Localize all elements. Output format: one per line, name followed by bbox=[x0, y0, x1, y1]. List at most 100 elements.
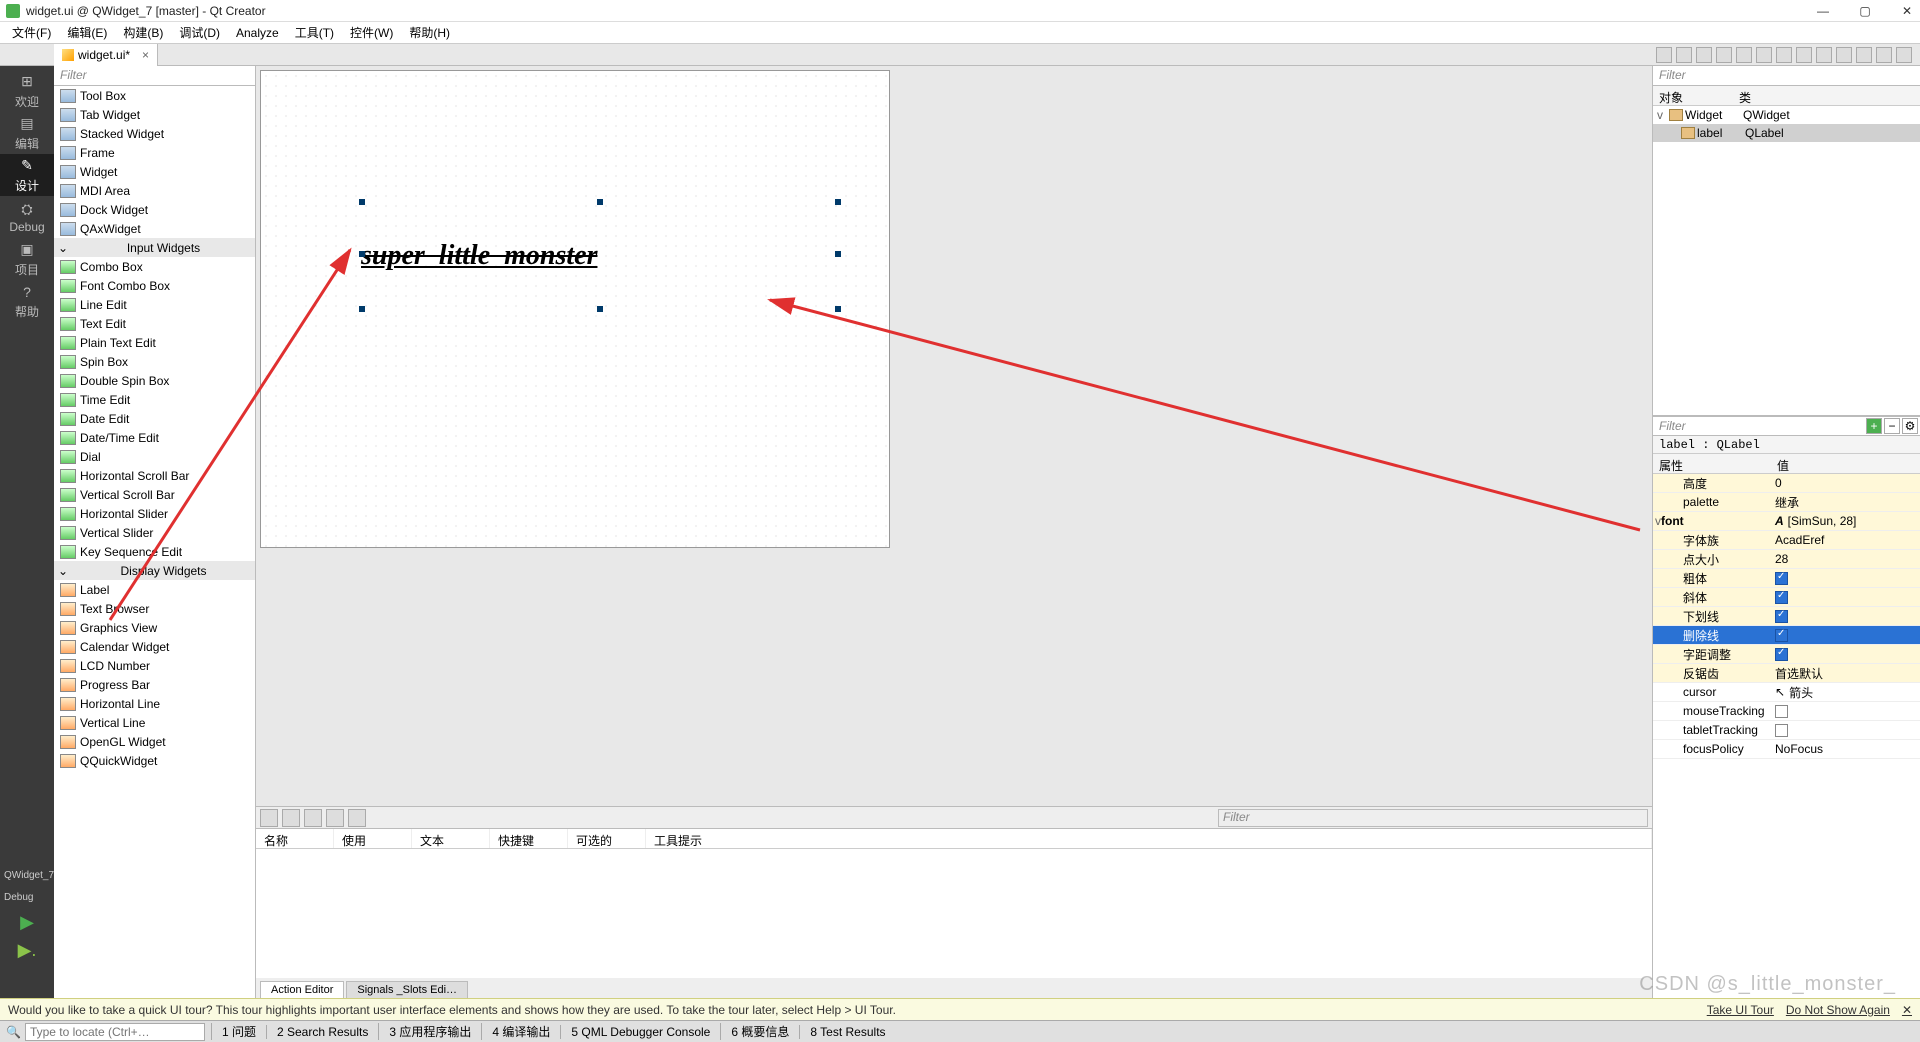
toolbar-btn[interactable] bbox=[1756, 47, 1772, 63]
output-issues[interactable]: 1 问题 bbox=[211, 1023, 266, 1040]
run-debug-button[interactable]: ▶. bbox=[0, 936, 54, 964]
toolbar-btn[interactable] bbox=[1836, 47, 1852, 63]
checkbox[interactable] bbox=[1775, 629, 1788, 642]
selection-handle[interactable] bbox=[597, 306, 603, 312]
widget-item[interactable]: OpenGL Widget bbox=[54, 732, 255, 751]
property-value[interactable]: 继承 bbox=[1771, 494, 1920, 511]
mode-welcome[interactable]: ⊞欢迎 bbox=[0, 70, 54, 112]
toolbar-btn[interactable] bbox=[1736, 47, 1752, 63]
widget-filter-input[interactable]: Filter bbox=[54, 66, 255, 86]
widget-item[interactable]: QQuickWidget bbox=[54, 751, 255, 770]
file-tab[interactable]: widget.ui* × bbox=[54, 44, 158, 66]
widget-item[interactable]: Frame bbox=[54, 143, 255, 162]
action-col-tooltip[interactable]: 工具提示 bbox=[646, 829, 1652, 848]
property-row[interactable]: vfontA[SimSun, 28] bbox=[1653, 512, 1920, 531]
property-row[interactable]: 反锯齿首选默认 bbox=[1653, 664, 1920, 683]
output-general[interactable]: 6 概要信息 bbox=[720, 1023, 799, 1040]
menu-widgets[interactable]: 控件(W) bbox=[344, 22, 399, 43]
property-row[interactable]: mouseTracking bbox=[1653, 702, 1920, 721]
toolbar-btn[interactable] bbox=[1776, 47, 1792, 63]
toolbar-btn[interactable] bbox=[1856, 47, 1872, 63]
toolbar-btn[interactable] bbox=[1656, 47, 1672, 63]
remove-property-icon[interactable]: − bbox=[1884, 418, 1900, 434]
add-property-icon[interactable]: + bbox=[1866, 418, 1882, 434]
toolbar-btn[interactable] bbox=[1876, 47, 1892, 63]
menu-file[interactable]: 文件(F) bbox=[6, 22, 57, 43]
property-row[interactable]: 粗体 bbox=[1653, 569, 1920, 588]
property-value[interactable] bbox=[1771, 705, 1920, 718]
kit-selector[interactable]: QWidget_7 Debug ▶ ▶. bbox=[0, 864, 54, 964]
action-col-shortcut[interactable]: 快捷键 bbox=[490, 829, 568, 848]
checkbox[interactable] bbox=[1775, 724, 1788, 737]
toolbar-btn[interactable] bbox=[1816, 47, 1832, 63]
menu-tools[interactable]: 工具(T) bbox=[289, 22, 340, 43]
property-row[interactable]: palette继承 bbox=[1653, 493, 1920, 512]
property-value[interactable]: AcadEref bbox=[1771, 533, 1920, 547]
widget-item[interactable]: Vertical Line bbox=[54, 713, 255, 732]
window-maximize-icon[interactable]: ▢ bbox=[1858, 4, 1872, 18]
tab-action-editor[interactable]: Action Editor bbox=[260, 981, 344, 998]
menu-build[interactable]: 构建(B) bbox=[117, 22, 169, 43]
action-table[interactable]: 名称 使用 文本 快捷键 可选的 工具提示 bbox=[256, 828, 1652, 978]
toolbar-btn[interactable] bbox=[1676, 47, 1692, 63]
output-tests[interactable]: 8 Test Results bbox=[799, 1025, 895, 1039]
obj-hdr-object[interactable]: 对象 bbox=[1653, 86, 1733, 105]
tab-signals-slots[interactable]: Signals _Slots Edi… bbox=[346, 981, 468, 998]
property-value[interactable]: 首选默认 bbox=[1771, 665, 1920, 682]
property-value[interactable] bbox=[1771, 572, 1920, 585]
menu-edit[interactable]: 编辑(E) bbox=[61, 22, 113, 43]
output-search[interactable]: 2 Search Results bbox=[266, 1025, 378, 1039]
action-filter-input[interactable]: Filter bbox=[1218, 809, 1648, 827]
take-tour-button[interactable]: Take UI Tour bbox=[1707, 1003, 1774, 1017]
property-value[interactable] bbox=[1771, 591, 1920, 604]
mode-projects[interactable]: ▣项目 bbox=[0, 238, 54, 280]
action-col-name[interactable]: 名称 bbox=[256, 829, 334, 848]
action-col-checkable[interactable]: 可选的 bbox=[568, 829, 646, 848]
widget-item[interactable]: Tool Box bbox=[54, 86, 255, 105]
action-icon[interactable] bbox=[326, 809, 344, 827]
expand-icon[interactable]: v bbox=[1657, 108, 1667, 122]
checkbox[interactable] bbox=[1775, 610, 1788, 623]
widget-item[interactable]: Horizontal Line bbox=[54, 694, 255, 713]
property-row[interactable]: 字距调整 bbox=[1653, 645, 1920, 664]
property-row[interactable]: 下划线 bbox=[1653, 607, 1920, 626]
menu-help[interactable]: 帮助(H) bbox=[403, 22, 456, 43]
property-value[interactable] bbox=[1771, 648, 1920, 661]
selection-handle[interactable] bbox=[835, 199, 841, 205]
obj-hdr-class[interactable]: 类 bbox=[1733, 86, 1757, 105]
property-tool-icon[interactable]: ⚙ bbox=[1902, 418, 1918, 434]
property-value[interactable]: A[SimSun, 28] bbox=[1771, 514, 1920, 528]
property-row[interactable]: 高度0 bbox=[1653, 474, 1920, 493]
widget-item[interactable]: LCD Number bbox=[54, 656, 255, 675]
menu-analyze[interactable]: Analyze bbox=[230, 24, 285, 42]
toolbar-btn[interactable] bbox=[1796, 47, 1812, 63]
property-row[interactable]: focusPolicyNoFocus bbox=[1653, 740, 1920, 759]
close-banner-icon[interactable]: ✕ bbox=[1902, 1003, 1912, 1017]
action-icon[interactable] bbox=[304, 809, 322, 827]
mode-help[interactable]: ?帮助 bbox=[0, 280, 54, 322]
widget-item[interactable]: Progress Bar bbox=[54, 675, 255, 694]
dismiss-tour-button[interactable]: Do Not Show Again bbox=[1786, 1003, 1890, 1017]
window-close-icon[interactable]: ✕ bbox=[1900, 4, 1914, 18]
property-value[interactable] bbox=[1771, 610, 1920, 623]
window-minimize-icon[interactable]: — bbox=[1816, 4, 1830, 18]
prop-hdr-value[interactable]: 值 bbox=[1771, 454, 1795, 473]
property-row[interactable]: 字体族AcadEref bbox=[1653, 531, 1920, 550]
widget-item[interactable]: Stacked Widget bbox=[54, 124, 255, 143]
project-name[interactable]: QWidget_7 bbox=[0, 864, 54, 886]
property-value[interactable] bbox=[1771, 724, 1920, 737]
toolbar-btn[interactable] bbox=[1716, 47, 1732, 63]
object-row[interactable]: v Widget QWidget bbox=[1653, 106, 1920, 124]
toolbar-btn[interactable] bbox=[1896, 47, 1912, 63]
output-compile[interactable]: 4 编译输出 bbox=[481, 1023, 560, 1040]
toolbar-btn[interactable] bbox=[1696, 47, 1712, 63]
widget-item[interactable]: Tab Widget bbox=[54, 105, 255, 124]
property-value[interactable]: NoFocus bbox=[1771, 742, 1920, 756]
action-col-used[interactable]: 使用 bbox=[334, 829, 412, 848]
file-tab-close-icon[interactable]: × bbox=[142, 48, 149, 62]
property-row[interactable]: tabletTracking bbox=[1653, 721, 1920, 740]
menu-debug[interactable]: 调试(D) bbox=[173, 22, 226, 43]
property-value[interactable]: ↖箭头 bbox=[1771, 684, 1920, 701]
output-app[interactable]: 3 应用程序输出 bbox=[378, 1023, 481, 1040]
property-value[interactable]: 0 bbox=[1771, 476, 1920, 490]
